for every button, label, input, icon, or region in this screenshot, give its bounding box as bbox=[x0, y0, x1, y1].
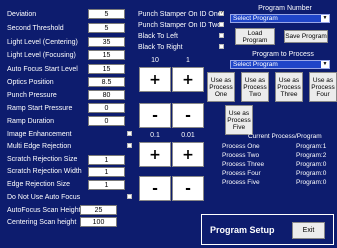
plus-1-button[interactable]: + bbox=[172, 67, 204, 92]
current-process-row-2-program: Program:2 bbox=[296, 152, 327, 159]
current-process-row-3-name: Process Three bbox=[222, 161, 265, 168]
flag-black-right-checkbox[interactable] bbox=[219, 44, 224, 49]
use-as-process-one-button[interactable]: Use as Process One bbox=[207, 72, 235, 102]
param-label-second-threshold: Second Threshold bbox=[7, 25, 64, 32]
light-centering-field[interactable]: 35 bbox=[88, 37, 125, 47]
plus-0-01-button[interactable]: + bbox=[172, 142, 204, 167]
use-as-process-four-button[interactable]: Use as Process Four bbox=[309, 72, 337, 102]
ramp-start-field[interactable]: 0 bbox=[88, 103, 125, 113]
step-label-0-01: 0.01 bbox=[181, 132, 195, 139]
use-as-process-five-button[interactable]: Use as Process Five bbox=[225, 105, 253, 135]
step-label-0-1: 0.1 bbox=[150, 132, 160, 139]
current-process-row-4-program: Program:0 bbox=[296, 170, 327, 177]
minus-1-button[interactable]: - bbox=[172, 103, 204, 128]
minus-10-button[interactable]: - bbox=[139, 103, 171, 128]
param-label-autofocus-scan: AutoFocus Scan Height bbox=[7, 207, 81, 214]
image-enhancement-checkbox[interactable] bbox=[127, 131, 132, 136]
flag-punch-two-checkbox[interactable] bbox=[219, 22, 224, 27]
no-autofocus-label: Do Not Use Auto Focus bbox=[7, 194, 81, 201]
image-enhancement-label: Image Enhancement bbox=[7, 131, 72, 138]
current-process-title: Current Process/Program bbox=[248, 133, 322, 140]
step-label-10: 10 bbox=[151, 57, 159, 64]
second-threshold-field[interactable]: 5 bbox=[88, 23, 125, 33]
param-label-scratch-size: Scratch Rejection Size bbox=[7, 156, 78, 163]
program-to-process-select[interactable]: Select Program ▼ bbox=[230, 60, 330, 69]
current-process-row-5-name: Process Five bbox=[222, 179, 260, 186]
load-program-button[interactable]: Load Program bbox=[235, 28, 275, 45]
param-label-punch-pressure: Punch Pressure bbox=[7, 92, 57, 99]
param-label-scratch-width: Scratch Rejection Width bbox=[7, 168, 82, 175]
edge-size-field[interactable]: 1 bbox=[88, 180, 125, 190]
param-label-deviation: Deviation bbox=[7, 11, 37, 18]
program-number-title: Program Number bbox=[258, 5, 312, 12]
program-setup-box: Program Setup Exit bbox=[201, 214, 334, 245]
param-label-light-focusing: Light Level (Focusing) bbox=[7, 52, 76, 59]
scratch-size-field[interactable]: 1 bbox=[88, 155, 125, 165]
scratch-width-field[interactable]: 1 bbox=[88, 167, 125, 177]
program-to-process-select-value: Select Program bbox=[233, 61, 278, 68]
flag-punch-two-label: Punch Stamper On ID Two bbox=[138, 22, 222, 29]
param-label-autofocus-start: Auto Focus Start Level bbox=[7, 66, 78, 73]
minus-0-1-button[interactable]: - bbox=[139, 176, 171, 201]
centering-scan-field[interactable]: 100 bbox=[80, 217, 117, 227]
chevron-down-icon: ▼ bbox=[321, 61, 329, 68]
current-process-row-3-program: Program:0 bbox=[296, 161, 327, 168]
param-label-ramp-duration: Ramp Duration bbox=[7, 118, 55, 125]
punch-pressure-field[interactable]: 80 bbox=[88, 90, 125, 100]
use-as-process-three-button[interactable]: Use as Process Three bbox=[275, 72, 303, 102]
plus-0-1-button[interactable]: + bbox=[139, 142, 171, 167]
chevron-down-icon: ▼ bbox=[321, 15, 329, 22]
ramp-duration-field[interactable]: 0 bbox=[88, 116, 125, 126]
program-setup-title: Program Setup bbox=[210, 225, 275, 235]
optics-position-field[interactable]: 8.5 bbox=[88, 77, 125, 87]
param-label-optics-position: Optics Position bbox=[7, 79, 54, 86]
param-label-edge-size: Edge Rejection Size bbox=[7, 181, 71, 188]
param-label-centering-scan: Centering Scan height bbox=[7, 219, 77, 226]
minus-0-01-button[interactable]: - bbox=[172, 176, 204, 201]
param-label-light-centering: Light Level (Centering) bbox=[7, 39, 78, 46]
current-process-row-5-program: Program:0 bbox=[296, 179, 327, 186]
flag-black-left-label: Black To Left bbox=[138, 33, 178, 40]
program-to-process-title: Program to Process bbox=[252, 51, 314, 58]
light-focusing-field[interactable]: 15 bbox=[88, 50, 125, 60]
use-as-process-two-button[interactable]: Use as Process Two bbox=[241, 72, 269, 102]
current-process-row-1-name: Process One bbox=[222, 143, 260, 150]
flag-punch-one-label: Punch Stamper On ID One bbox=[138, 11, 222, 18]
current-process-row-2-name: Process Two bbox=[222, 152, 260, 159]
flag-black-right-label: Black To Right bbox=[138, 44, 183, 51]
step-label-1: 1 bbox=[186, 57, 190, 64]
deviation-field[interactable]: 5 bbox=[88, 9, 125, 19]
autofocus-scan-field[interactable]: 25 bbox=[80, 205, 117, 215]
program-number-select[interactable]: Select Program ▼ bbox=[230, 14, 330, 23]
flag-black-left-checkbox[interactable] bbox=[219, 33, 224, 38]
autofocus-start-field[interactable]: 15 bbox=[88, 64, 125, 74]
flag-punch-one-checkbox[interactable] bbox=[219, 11, 224, 16]
current-process-row-4-name: Process Four bbox=[222, 170, 261, 177]
exit-button[interactable]: Exit bbox=[292, 222, 325, 239]
no-autofocus-checkbox[interactable] bbox=[127, 194, 132, 199]
save-program-button[interactable]: Save Program bbox=[284, 30, 328, 43]
program-number-select-value: Select Program bbox=[233, 15, 278, 22]
multi-edge-label: Multi Edge Rejection bbox=[7, 143, 72, 150]
param-label-ramp-start: Ramp Start Pressure bbox=[7, 105, 73, 112]
current-process-row-1-program: Program:1 bbox=[296, 143, 327, 150]
multi-edge-checkbox[interactable] bbox=[127, 143, 132, 148]
plus-10-button[interactable]: + bbox=[139, 67, 171, 92]
